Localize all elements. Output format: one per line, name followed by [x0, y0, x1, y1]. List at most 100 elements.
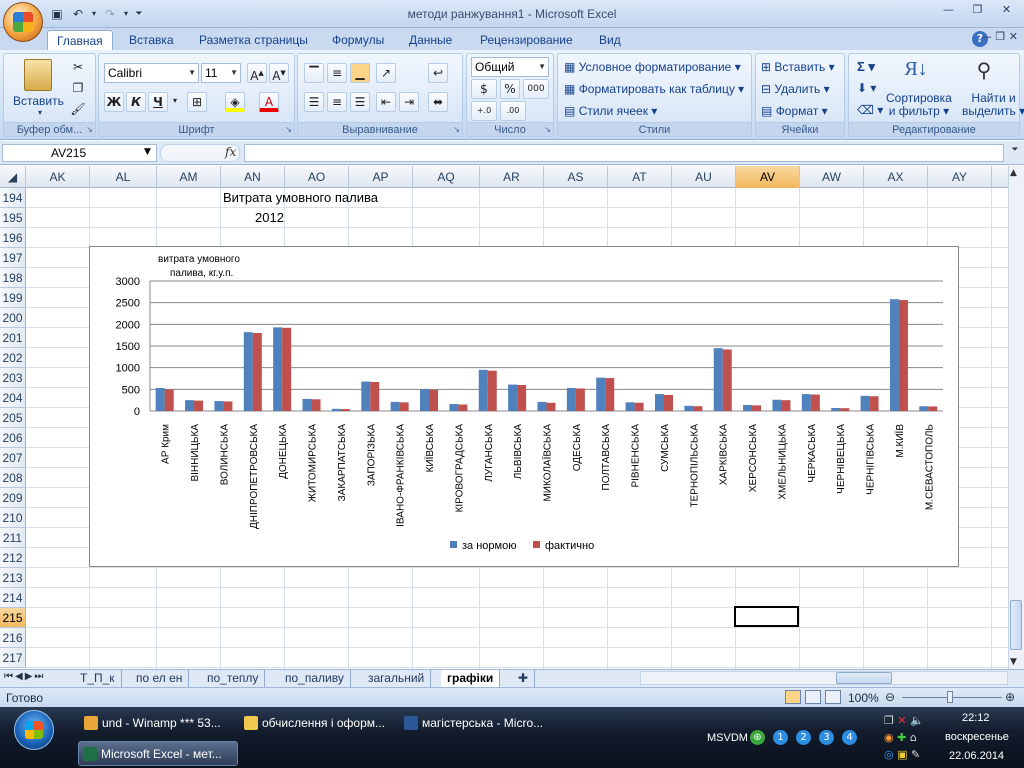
delete-cells-button[interactable]: ⊟ Удалить ▾: [761, 82, 830, 96]
fill-color-icon[interactable]: ◈: [225, 92, 245, 112]
start-button[interactable]: [14, 710, 54, 750]
desktop-4[interactable]: 4: [842, 730, 857, 745]
normal-view-icon[interactable]: [785, 690, 801, 704]
thousands-button[interactable]: 000: [523, 79, 549, 99]
row-header[interactable]: 215: [0, 608, 26, 628]
row-header[interactable]: 212: [0, 548, 26, 568]
formula-input[interactable]: [244, 144, 1004, 162]
sort-filter-button[interactable]: Сортировка и фильтр ▾: [886, 92, 952, 118]
row-header[interactable]: 204: [0, 388, 26, 408]
desktop-1[interactable]: 1: [773, 730, 788, 745]
row-header[interactable]: 216: [0, 628, 26, 648]
cut-icon[interactable]: ✂: [68, 58, 88, 78]
borders-icon[interactable]: ⊞: [187, 92, 207, 112]
sheet-tab[interactable]: загальний: [362, 670, 432, 687]
tab-page-layout[interactable]: Разметка страницы: [190, 30, 317, 50]
tab-view[interactable]: Вид: [590, 30, 630, 50]
row-header[interactable]: 211: [0, 528, 26, 548]
desktop-2[interactable]: 2: [796, 730, 811, 745]
bold-button[interactable]: Ж: [104, 92, 124, 112]
worksheet-grid[interactable]: ◢ AK AL AM AN AO AP AQ AR AS AT AU AV AW AX AY 194 195 1…: [0, 166, 1008, 669]
tray-copy-icon[interactable]: ❐: [884, 714, 894, 727]
sort-filter-icon[interactable]: Я↓: [901, 58, 931, 86]
clock-time[interactable]: 22:12: [962, 712, 990, 724]
row-header[interactable]: 203: [0, 368, 26, 388]
tab-insert[interactable]: Вставка: [120, 30, 183, 50]
vertical-scroll-thumb[interactable]: [1010, 600, 1022, 650]
row-header[interactable]: 202: [0, 348, 26, 368]
binoculars-icon[interactable]: ⚲: [969, 58, 999, 86]
expand-formula-icon[interactable]: ⏷: [1008, 145, 1022, 161]
tray-lang-icon[interactable]: ⌂: [910, 731, 917, 744]
column-header[interactable]: AV: [736, 166, 800, 188]
column-header[interactable]: AX: [864, 166, 928, 188]
insert-sheet-icon[interactable]: ✚: [512, 670, 536, 687]
align-right-icon[interactable]: ☰: [350, 92, 370, 112]
find-select-button[interactable]: Найти и выделить ▾: [962, 92, 1024, 118]
minimize-button[interactable]: —: [935, 2, 962, 20]
underline-button[interactable]: Ч: [148, 92, 168, 112]
name-box[interactable]: AV215: [2, 144, 157, 162]
office-button[interactable]: [3, 2, 43, 42]
active-cell-outline[interactable]: [734, 606, 799, 627]
font-name-combo[interactable]: Calibri ▼: [104, 63, 199, 83]
italic-button[interactable]: К: [126, 92, 146, 112]
increase-indent-icon[interactable]: ⇥: [399, 92, 419, 112]
column-header[interactable]: AP: [349, 166, 413, 188]
tray-pen-icon[interactable]: ✎: [911, 748, 920, 761]
column-header[interactable]: AY: [928, 166, 992, 188]
grow-font-button[interactable]: A▲: [247, 63, 267, 83]
horizontal-scrollbar[interactable]: [640, 671, 1008, 685]
column-header[interactable]: AU: [672, 166, 736, 188]
taskbar-item[interactable]: und - Winamp *** 53...: [80, 711, 235, 736]
align-left-icon[interactable]: ☰: [304, 92, 324, 112]
ribbon-window-controls[interactable]: — ❐ ✕: [981, 30, 1018, 43]
row-header[interactable]: 213: [0, 568, 26, 588]
column-header[interactable]: AT: [608, 166, 672, 188]
dialog-launcher-icon[interactable]: ↘: [86, 125, 93, 134]
cell-styles-button[interactable]: ▤ Стили ячеек ▾: [564, 104, 657, 118]
horizontal-scroll-thumb[interactable]: [836, 672, 892, 684]
dialog-launcher-icon[interactable]: ↘: [285, 125, 292, 134]
zoom-slider-thumb[interactable]: [947, 691, 953, 703]
cell-year[interactable]: 2012: [255, 210, 284, 225]
autosum-button[interactable]: Σ ▾: [857, 59, 875, 75]
column-header[interactable]: AO: [285, 166, 349, 188]
tab-data[interactable]: Данные: [400, 30, 461, 50]
sheet-nav-icons[interactable]: ⏮◀▶⏭: [4, 671, 45, 682]
row-header[interactable]: 205: [0, 408, 26, 428]
wrap-text-icon[interactable]: ↩: [428, 63, 448, 83]
merge-center-icon[interactable]: ⬌: [428, 92, 448, 112]
align-middle-icon[interactable]: ≡: [327, 63, 347, 83]
decrease-indent-icon[interactable]: ⇤: [376, 92, 396, 112]
dialog-launcher-icon[interactable]: ↘: [453, 125, 460, 134]
tray-red-icon[interactable]: ✕: [897, 714, 906, 727]
column-header[interactable]: AK: [26, 166, 90, 188]
dialog-launcher-icon[interactable]: ↘: [544, 125, 551, 134]
tray-yellow-icon[interactable]: ▣: [897, 748, 907, 761]
tray-green-icon[interactable]: ✚: [897, 731, 906, 744]
row-header[interactable]: 196: [0, 228, 26, 248]
tab-home[interactable]: Главная: [47, 30, 113, 51]
select-all-corner[interactable]: ◢: [0, 166, 26, 188]
increase-decimal-icon[interactable]: +.0: [471, 101, 497, 121]
paste-button[interactable]: Вставить: [13, 94, 64, 108]
font-size-combo[interactable]: 11 ▼: [201, 63, 241, 83]
tab-review[interactable]: Рецензирование: [471, 30, 582, 50]
taskbar-item[interactable]: магістерська - Micro...: [400, 711, 555, 736]
tray-orange-icon[interactable]: ◉: [884, 731, 894, 744]
shrink-font-button[interactable]: A▼: [269, 63, 289, 83]
chevron-down-icon[interactable]: ▼: [144, 147, 151, 157]
percent-button[interactable]: %: [500, 79, 520, 99]
scroll-up-icon[interactable]: ▲: [1010, 168, 1017, 178]
orientation-icon[interactable]: ↗: [376, 63, 396, 83]
taskbar-item[interactable]: обчислення і оформ...: [240, 711, 395, 736]
align-bottom-icon[interactable]: ▁: [350, 63, 370, 83]
tab-formulas[interactable]: Формулы: [323, 30, 393, 50]
align-top-icon[interactable]: ▔: [304, 63, 324, 83]
column-header[interactable]: AM: [157, 166, 221, 188]
align-center-icon[interactable]: ≡: [327, 92, 347, 112]
copy-icon[interactable]: ❐: [68, 79, 88, 99]
tray-icons[interactable]: ❐ ✕ 🔈 ◉ ✚ ⌂ ◎ ▣ ✎: [884, 712, 944, 764]
format-cells-button[interactable]: ▤ Формат ▾: [761, 104, 828, 118]
